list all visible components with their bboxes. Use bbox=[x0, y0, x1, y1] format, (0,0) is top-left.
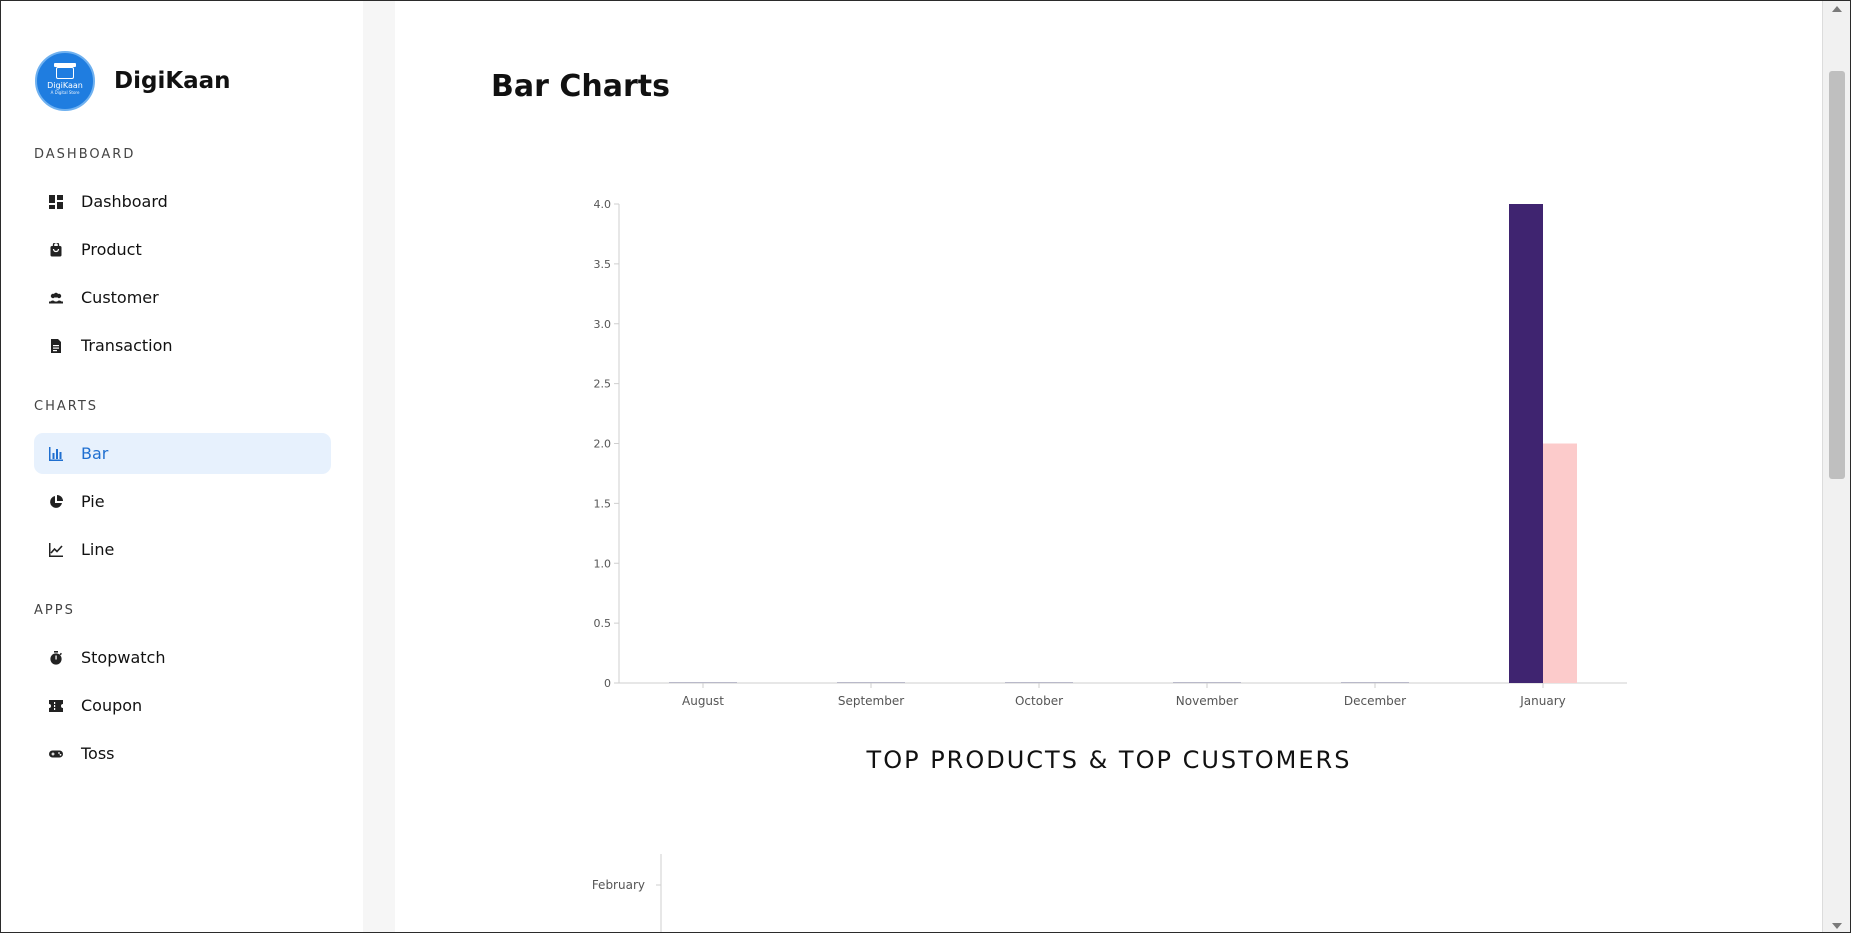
bar-chart: 0 0.5 1.0 1.5 2.0 2.5 3.0 3.5 4.0 August September… bbox=[592, 198, 1627, 932]
sidebar-item-label: Stopwatch bbox=[81, 648, 166, 667]
shopping-bag-icon bbox=[49, 242, 63, 257]
h-chart-category-label: February bbox=[592, 878, 645, 892]
arrow-up-icon bbox=[1832, 6, 1842, 12]
y-tick-label: 1.0 bbox=[594, 557, 612, 570]
y-tick-label: 2.0 bbox=[594, 438, 612, 451]
sidebar-item-label: Transaction bbox=[81, 336, 173, 355]
scroll-thumb[interactable] bbox=[1829, 71, 1845, 479]
bar-series-1 bbox=[837, 682, 871, 683]
sidebar-item-label: Product bbox=[81, 240, 142, 259]
x-tick-label: August bbox=[682, 694, 724, 708]
scroll-down-button[interactable] bbox=[1823, 918, 1850, 932]
people-icon bbox=[49, 291, 63, 305]
bar-series-2 bbox=[1207, 682, 1241, 683]
sidebar-item-label: Coupon bbox=[81, 696, 143, 715]
bar-series-2 bbox=[1543, 443, 1577, 683]
sidebar-item-dashboard[interactable]: Dashboard bbox=[34, 181, 331, 222]
y-tick-label: 2.5 bbox=[594, 378, 612, 391]
bar-series-1 bbox=[1509, 204, 1543, 683]
coupon-icon bbox=[49, 699, 63, 713]
content-gutter bbox=[363, 1, 395, 932]
stopwatch-icon bbox=[49, 650, 63, 665]
scroll-up-button[interactable] bbox=[1823, 1, 1850, 17]
bar-series-2 bbox=[1039, 682, 1073, 683]
sidebar-item-coupon[interactable]: Coupon bbox=[34, 685, 331, 726]
bar-series-1 bbox=[1005, 682, 1039, 683]
section-title-apps: APPS bbox=[34, 603, 75, 618]
sidebar-item-label: Dashboard bbox=[81, 192, 168, 211]
x-tick-label: January bbox=[1519, 694, 1566, 708]
sidebar-item-pie[interactable]: Pie bbox=[34, 481, 331, 522]
sidebar-item-transaction[interactable]: Transaction bbox=[34, 325, 331, 366]
x-tick-label: November bbox=[1176, 694, 1238, 708]
sidebar-item-label: Pie bbox=[81, 492, 105, 511]
bar-series-2 bbox=[703, 682, 737, 683]
vertical-scrollbar[interactable] bbox=[1822, 1, 1850, 932]
bar-series-1 bbox=[669, 682, 703, 683]
main-content: Bar Charts 0 0.5 1.0 1.5 2.0 2.5 3.0 3.5 4.0 Augu… bbox=[395, 1, 1823, 932]
x-tick-label: December bbox=[1344, 694, 1406, 708]
document-icon bbox=[49, 338, 63, 353]
dashboard-icon bbox=[49, 194, 63, 209]
x-tick-label: September bbox=[838, 694, 904, 708]
y-tick-label: 3.5 bbox=[594, 258, 612, 271]
sidebar-item-toss[interactable]: Toss bbox=[34, 733, 331, 774]
y-tick-label: 3.0 bbox=[594, 318, 612, 331]
section-heading: TOP PRODUCTS & TOP CUSTOMERS bbox=[866, 746, 1352, 774]
sidebar-item-product[interactable]: Product bbox=[34, 229, 331, 270]
pie-chart-icon bbox=[49, 494, 63, 509]
gamepad-icon bbox=[49, 747, 63, 761]
section-title-charts: CHARTS bbox=[34, 399, 99, 414]
y-tick-label: 0 bbox=[604, 677, 611, 690]
sidebar-item-line[interactable]: Line bbox=[34, 529, 331, 570]
x-tick-label: October bbox=[1015, 694, 1063, 708]
logo-name: DigiKaan bbox=[47, 81, 83, 90]
y-tick-label: 0.5 bbox=[594, 617, 612, 630]
line-chart-icon bbox=[49, 542, 63, 557]
store-icon bbox=[54, 63, 76, 79]
bar-series-2 bbox=[1375, 682, 1409, 683]
sidebar-item-label: Toss bbox=[81, 744, 115, 763]
brand-logo: DigiKaan A Digital Store bbox=[35, 51, 95, 111]
sidebar-item-label: Line bbox=[81, 540, 115, 559]
bar-chart-icon bbox=[49, 446, 63, 461]
y-tick-label: 1.5 bbox=[594, 497, 612, 510]
sidebar-item-label: Bar bbox=[81, 444, 109, 463]
sidebar-item-customer[interactable]: Customer bbox=[34, 277, 331, 318]
arrow-down-icon bbox=[1832, 923, 1842, 929]
sidebar-item-bar[interactable]: Bar bbox=[34, 433, 331, 474]
bar-series-1 bbox=[1341, 682, 1375, 683]
sidebar-item-label: Customer bbox=[81, 288, 159, 307]
bar-series-2 bbox=[871, 682, 905, 683]
section-title-dashboard: DASHBOARD bbox=[34, 147, 136, 162]
y-tick-label: 4.0 bbox=[594, 198, 612, 211]
logo-tagline: A Digital Store bbox=[50, 90, 80, 95]
brand[interactable]: DigiKaan A Digital Store DigiKaan bbox=[35, 51, 231, 111]
brand-title: DigiKaan bbox=[114, 68, 231, 94]
sidebar: DigiKaan A Digital Store DigiKaan DASHBO… bbox=[1, 1, 363, 932]
sidebar-item-stopwatch[interactable]: Stopwatch bbox=[34, 637, 331, 678]
app-window: DigiKaan A Digital Store DigiKaan DASHBO… bbox=[0, 0, 1851, 933]
bar-series-1 bbox=[1173, 682, 1207, 683]
